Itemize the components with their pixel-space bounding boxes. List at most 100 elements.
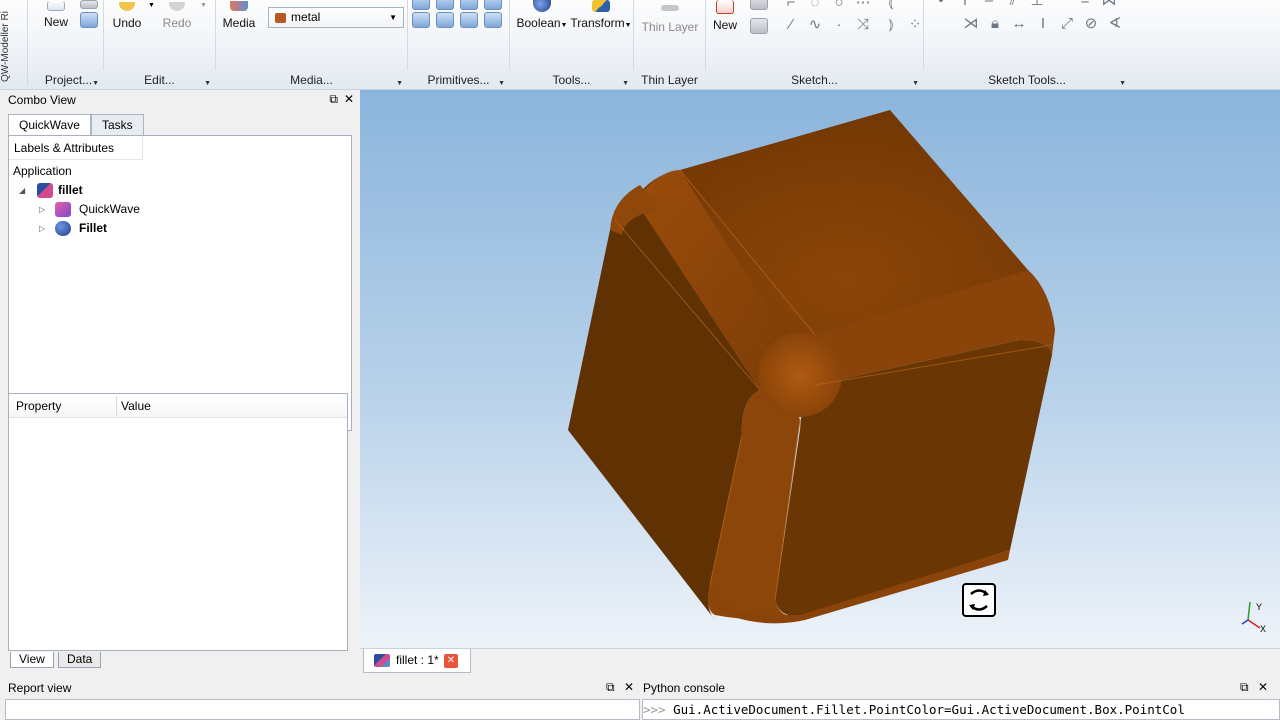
document-tab-fillet[interactable]: fillet : 1* ✕ [363,649,471,673]
float-icon[interactable]: ⧉ [606,680,615,694]
tab-data[interactable]: Data [58,652,102,668]
property-column-header[interactable]: Property [16,399,61,413]
close-icon[interactable]: ✕ [1258,680,1268,694]
spline-icon[interactable]: ∿ [806,16,824,34]
tree-item-quickwave[interactable]: ▷ QuickWave [37,200,337,219]
cone-primitive-icon[interactable] [484,0,502,10]
float-icon[interactable]: ⧉ [1240,680,1249,694]
combo-view-title: Combo View [8,93,76,107]
value-column-header[interactable]: Value [121,399,151,413]
fix-icon[interactable]: ⋊ [962,15,980,33]
redo-button[interactable]: Redo [162,0,192,30]
perpendicular-icon[interactable]: ⊥ [1028,0,1046,10]
polyline-icon[interactable]: ⁄ [782,16,800,34]
distance-icon[interactable]: ⤢ [1058,15,1076,33]
model-tree: Labels & Attributes Application ◢ fillet… [8,135,352,431]
open-folder-icon[interactable] [80,12,98,28]
ribbon-vertical-title: QW-Modeller Ri [0,0,28,86]
tree-root-application[interactable]: Application [13,162,72,181]
redo-dropdown-icon[interactable]: ▼ [200,2,207,9]
close-tab-icon[interactable]: ✕ [444,654,458,668]
tube-primitive-icon[interactable] [460,12,478,28]
tree-item-fillet-document[interactable]: ◢ fillet [17,181,337,200]
vertical-constraint-icon[interactable]: ǀ [956,0,974,10]
wedge-primitive-icon[interactable] [484,12,502,28]
ellipse-icon[interactable]: ⋯ [854,0,872,12]
undo-button[interactable]: Undo [112,0,142,30]
undo-dropdown-icon[interactable]: ▼ [148,2,155,9]
transform-button[interactable]: Transform▼ [570,0,632,30]
cylinder-primitive-icon[interactable] [436,0,454,10]
tangent-icon[interactable]: ⌒ [1052,0,1070,10]
redo-icon [169,2,185,11]
group-sketch-tools: • ǀ ‒ ⫽ ⊥ ⌒ = ⋈ ⋊ 🔒︎ ↔ I ⤢ ⊘ ∢ Sketch To… [924,0,1130,87]
group-media-label[interactable]: Media... ▼ [216,72,407,88]
material-select[interactable]: metal ▼ [268,7,404,28]
report-view-body[interactable] [5,699,640,720]
box-primitive-icon[interactable] [412,0,430,10]
expand-arrow-icon[interactable]: ▷ [39,200,45,219]
combo-view-panel: Combo View ⧉ ✕ QuickWave Tasks Labels & A… [0,90,360,672]
group-project-label[interactable]: Project... ▼ [34,72,103,88]
fillet-sketch-icon[interactable]: ⤨ [854,16,872,34]
save-icon[interactable] [80,0,98,9]
fillet-icon [55,221,71,236]
python-console-buttons: ⧉ ✕ [1240,680,1268,695]
tab-quickwave[interactable]: QuickWave [8,114,91,136]
collapse-arrow-icon[interactable]: ◢ [19,181,25,200]
angle-icon[interactable]: ∢ [1106,15,1124,33]
group-primitives: Primitives... ▼ [408,0,510,87]
lock-icon[interactable]: 🔒︎ [986,15,1004,33]
axis-y-label: Y [1256,602,1263,612]
trim-icon[interactable]: ⦅ [882,0,900,12]
float-icon[interactable]: ⧉ [329,92,338,106]
python-console-body[interactable]: >>> Gui.ActiveDocument.Fillet.PointColor… [642,699,1280,720]
python-console-panel: Python console ⧉ ✕ >>> Gui.ActiveDocumen… [640,678,1280,720]
document-icon [37,183,53,198]
expand-arrow-icon[interactable]: ▷ [39,219,45,238]
group-sketch-label[interactable]: Sketch... ▼ [706,72,923,88]
arc-icon[interactable]: ◌ [806,0,824,12]
vertical-distance-icon[interactable]: I [1034,15,1052,33]
sketch-plane-icon[interactable] [750,0,768,10]
group-thin-layer-label[interactable]: Thin Layer [634,72,705,88]
tree-item-fillet[interactable]: ▷ Fillet [37,219,337,238]
coincident-icon[interactable]: • [932,0,950,10]
quickwave-icon [55,202,71,217]
tab-view[interactable]: View [10,652,54,668]
boolean-button[interactable]: Boolean▼ [514,0,570,30]
horizontal-distance-icon[interactable]: ↔ [1010,15,1028,33]
tab-tasks[interactable]: Tasks [91,114,144,135]
group-sketch-tools-label[interactable]: Sketch Tools... ▼ [924,72,1130,88]
axis-x-label: X [1260,624,1267,634]
ellipsoid-primitive-icon[interactable] [436,12,454,28]
equal-icon[interactable]: = [1076,0,1094,10]
external-geometry-icon[interactable]: ⦆ [882,16,900,34]
line-icon[interactable]: ⌐ [782,0,800,12]
close-icon[interactable]: ✕ [624,680,634,694]
symmetric-icon[interactable]: ⋈ [1100,0,1118,10]
group-edit-label[interactable]: Edit... ▼ [104,72,215,88]
sketch-export-icon[interactable] [750,18,768,34]
new-sketch-button[interactable]: New [710,0,740,32]
thin-layer-button[interactable]: Thin Layer [638,0,702,34]
document-icon [374,654,390,667]
python-console-title: Python console [643,681,726,695]
radius-icon[interactable]: ⊘ [1082,15,1100,33]
horizontal-constraint-icon[interactable]: ‒ [980,0,998,10]
construction-icon[interactable]: ⁘ [906,16,924,34]
document-tabbar: fillet : 1* ✕ [360,648,1280,675]
sphere-primitive-icon[interactable] [460,0,478,10]
group-primitives-label[interactable]: Primitives... ▼ [408,72,509,88]
tree-header[interactable]: Labels & Attributes [9,136,143,160]
3d-viewport[interactable]: Y X [360,90,1280,648]
parallel-icon[interactable]: ⫽ [1004,0,1022,10]
media-button[interactable]: Media [222,0,256,30]
torus-primitive-icon[interactable] [412,12,430,28]
point-icon[interactable]: · [830,16,848,34]
close-icon[interactable]: ✕ [344,92,354,106]
new-project-button[interactable]: New [42,0,70,29]
circle-icon[interactable]: ○ [830,0,848,12]
transform-icon [592,0,610,12]
group-tools-label[interactable]: Tools... ▼ [510,72,633,88]
